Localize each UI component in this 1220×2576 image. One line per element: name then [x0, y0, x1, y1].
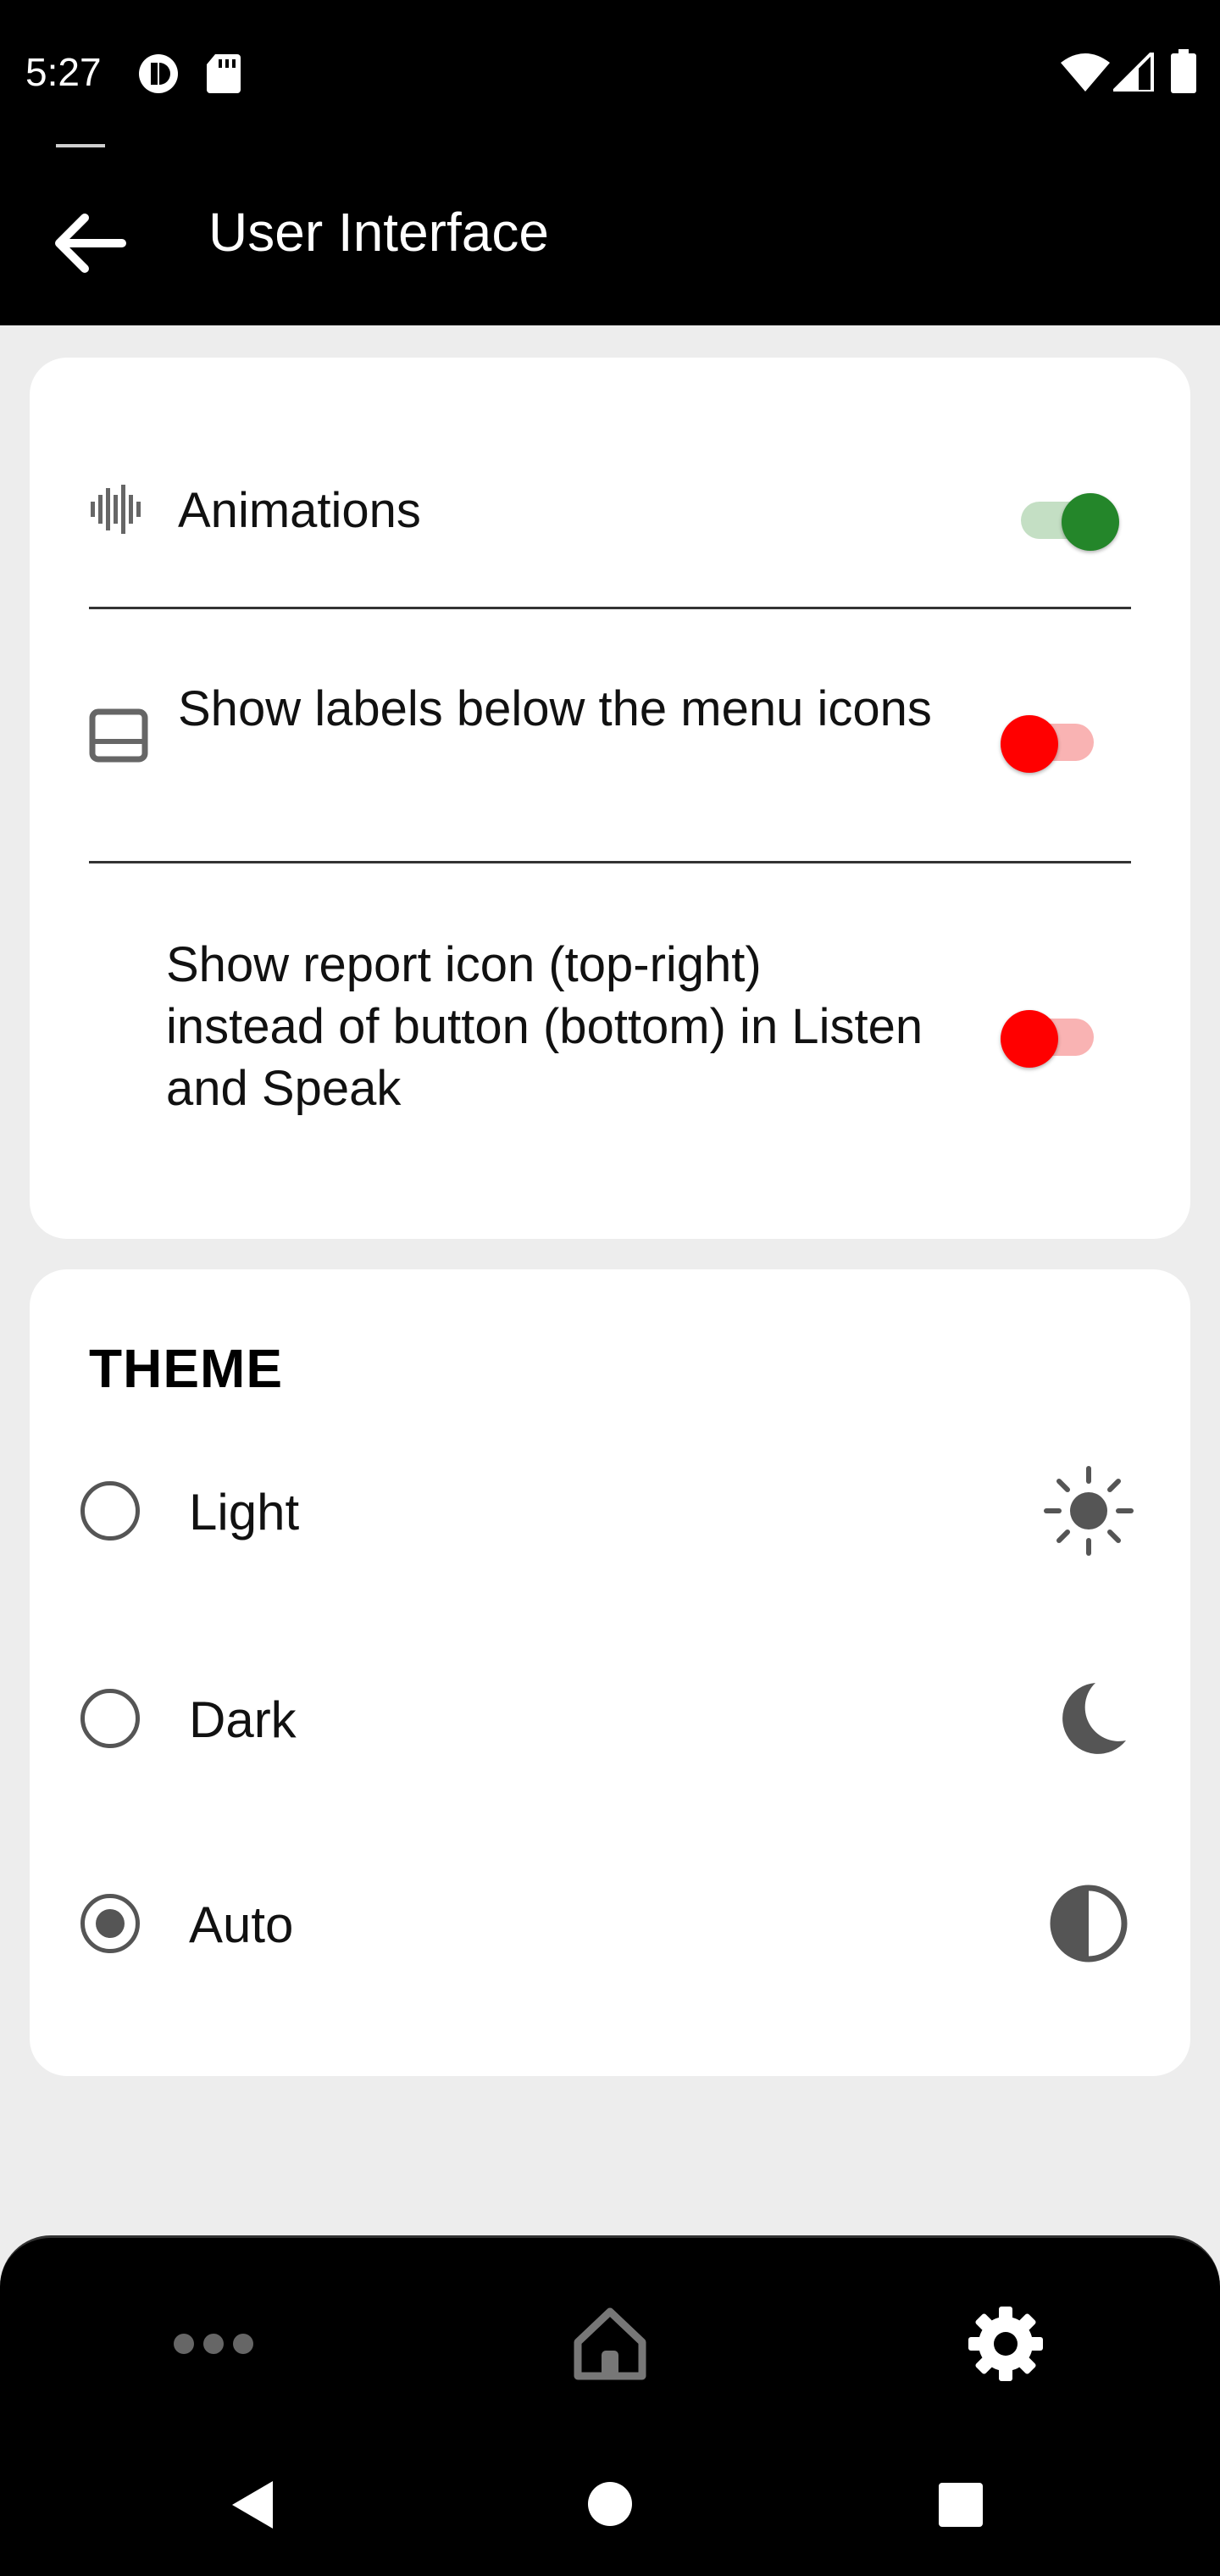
- system-back-icon[interactable]: [230, 2479, 274, 2530]
- setting-label-animations: Animations: [178, 483, 421, 538]
- nav-more[interactable]: [158, 2289, 269, 2399]
- setting-label-show-labels: Show labels below the menu icons: [178, 681, 932, 736]
- show-labels-toggle[interactable]: [1001, 703, 1102, 773]
- more-dots-icon: [174, 2334, 253, 2354]
- setting-row-show-labels[interactable]: Show labels below the menu icons: [30, 671, 1190, 807]
- nav-settings[interactable]: [951, 2289, 1061, 2399]
- gear-icon: [968, 2307, 1043, 2381]
- radio-light[interactable]: [80, 1481, 140, 1541]
- bottom-navigation: [0, 2235, 1220, 2433]
- status-bar: 5:27: [0, 0, 1220, 144]
- waveform-icon: [91, 485, 141, 534]
- radio-dark[interactable]: [80, 1689, 140, 1748]
- theme-label-light: Light: [189, 1484, 300, 1541]
- theme-option-auto[interactable]: Auto: [30, 1829, 1190, 1990]
- divider: [89, 607, 1131, 609]
- theme-label-dark: Dark: [189, 1691, 297, 1748]
- setting-row-animations[interactable]: Animations: [30, 451, 1190, 595]
- divider: [89, 861, 1131, 863]
- toggle-thumb: [1001, 1010, 1058, 1068]
- nav-home[interactable]: [555, 2289, 665, 2399]
- system-home-icon[interactable]: [587, 2481, 633, 2527]
- wifi-icon: [1061, 53, 1110, 92]
- report-icon-toggle[interactable]: [1001, 998, 1102, 1068]
- app-bar-indicator: [56, 144, 105, 147]
- radio-auto[interactable]: [80, 1894, 140, 1953]
- system-navigation-bar: [0, 2430, 1220, 2576]
- theme-option-light[interactable]: Light: [30, 1430, 1190, 1591]
- arrow-back-icon: [55, 214, 126, 273]
- battery-icon: [1171, 49, 1196, 93]
- interface-settings-card: Animations Show labels below the menu ic…: [30, 358, 1190, 1239]
- toggle-thumb: [1001, 715, 1058, 773]
- status-time: 5:27: [25, 50, 102, 94]
- theme-label-auto: Auto: [189, 1896, 294, 1953]
- sun-icon: [1044, 1466, 1134, 1556]
- theme-heading: THEME: [89, 1338, 283, 1399]
- theme-option-dark[interactable]: Dark: [30, 1625, 1190, 1786]
- page-title: User Interface: [208, 202, 549, 263]
- setting-label-report-icon: Show report icon (top-right) instead of …: [166, 937, 923, 1116]
- sd-card-icon: [207, 54, 241, 93]
- toggle-thumb: [1062, 493, 1119, 551]
- theme-card: THEME Light Dark Auto: [30, 1269, 1190, 2076]
- animations-toggle[interactable]: [1012, 481, 1119, 551]
- system-recents-icon[interactable]: [939, 2483, 983, 2527]
- back-button[interactable]: [42, 197, 136, 290]
- signal-icon: [1113, 53, 1154, 92]
- half-circle-icon: [1050, 1885, 1128, 1963]
- setting-row-report-icon[interactable]: Show report icon (top-right) instead of …: [30, 934, 1190, 1137]
- home-icon: [574, 2307, 646, 2380]
- moon-icon: [1062, 1683, 1126, 1754]
- notification-icon: [139, 54, 178, 93]
- label-bar-icon: [89, 708, 148, 763]
- app-bar: User Interface: [0, 144, 1220, 325]
